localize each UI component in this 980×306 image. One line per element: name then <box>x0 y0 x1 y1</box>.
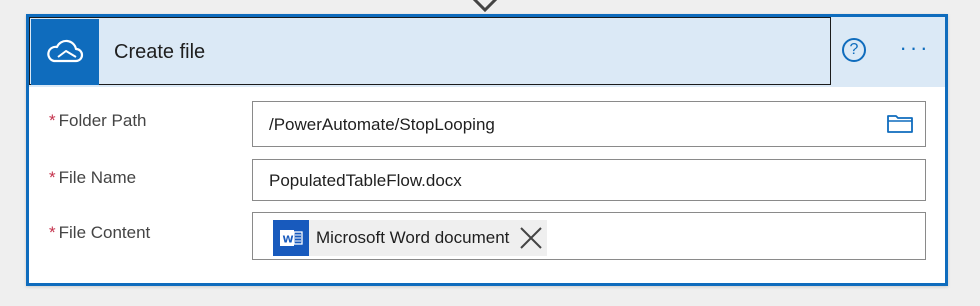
folder-path-input[interactable]: /PowerAutomate/StopLooping <box>252 101 926 147</box>
file-content-label: * File Content <box>49 223 150 243</box>
action-title: Create file <box>114 41 206 63</box>
file-content-label-text: File Content <box>58 223 151 242</box>
file-name-label-text: File Name <box>58 168 137 187</box>
folder-icon[interactable] <box>887 113 913 133</box>
required-marker: * <box>49 223 56 242</box>
action-header: Create file ? ··· <box>29 17 945 87</box>
more-options-button[interactable]: ··· <box>897 33 933 63</box>
token-label: Microsoft Word document <box>316 228 510 247</box>
onedrive-cloud-icon <box>31 19 99 85</box>
file-name-input[interactable]: PopulatedTableFlow.docx <box>252 159 926 201</box>
action-header-title-area[interactable]: Create file <box>29 17 831 85</box>
required-marker: * <box>49 111 56 130</box>
help-button[interactable]: ? <box>842 38 866 62</box>
close-icon[interactable] <box>517 224 545 252</box>
folder-path-label-text: Folder Path <box>58 111 147 130</box>
create-file-action-card[interactable]: Create file ? ··· * Folder Path /PowerAut… <box>26 14 948 286</box>
file-content-input[interactable]: W Microsoft Word document <box>252 212 926 260</box>
required-marker: * <box>49 168 56 187</box>
svg-text:W: W <box>283 235 294 246</box>
folder-path-label: * Folder Path <box>49 111 147 131</box>
folder-path-value: /PowerAutomate/StopLooping <box>269 115 495 134</box>
word-icon: W <box>273 220 309 256</box>
file-name-value: PopulatedTableFlow.docx <box>269 171 462 190</box>
file-name-label: * File Name <box>49 168 136 188</box>
dynamic-content-token[interactable]: W Microsoft Word document <box>273 220 548 256</box>
